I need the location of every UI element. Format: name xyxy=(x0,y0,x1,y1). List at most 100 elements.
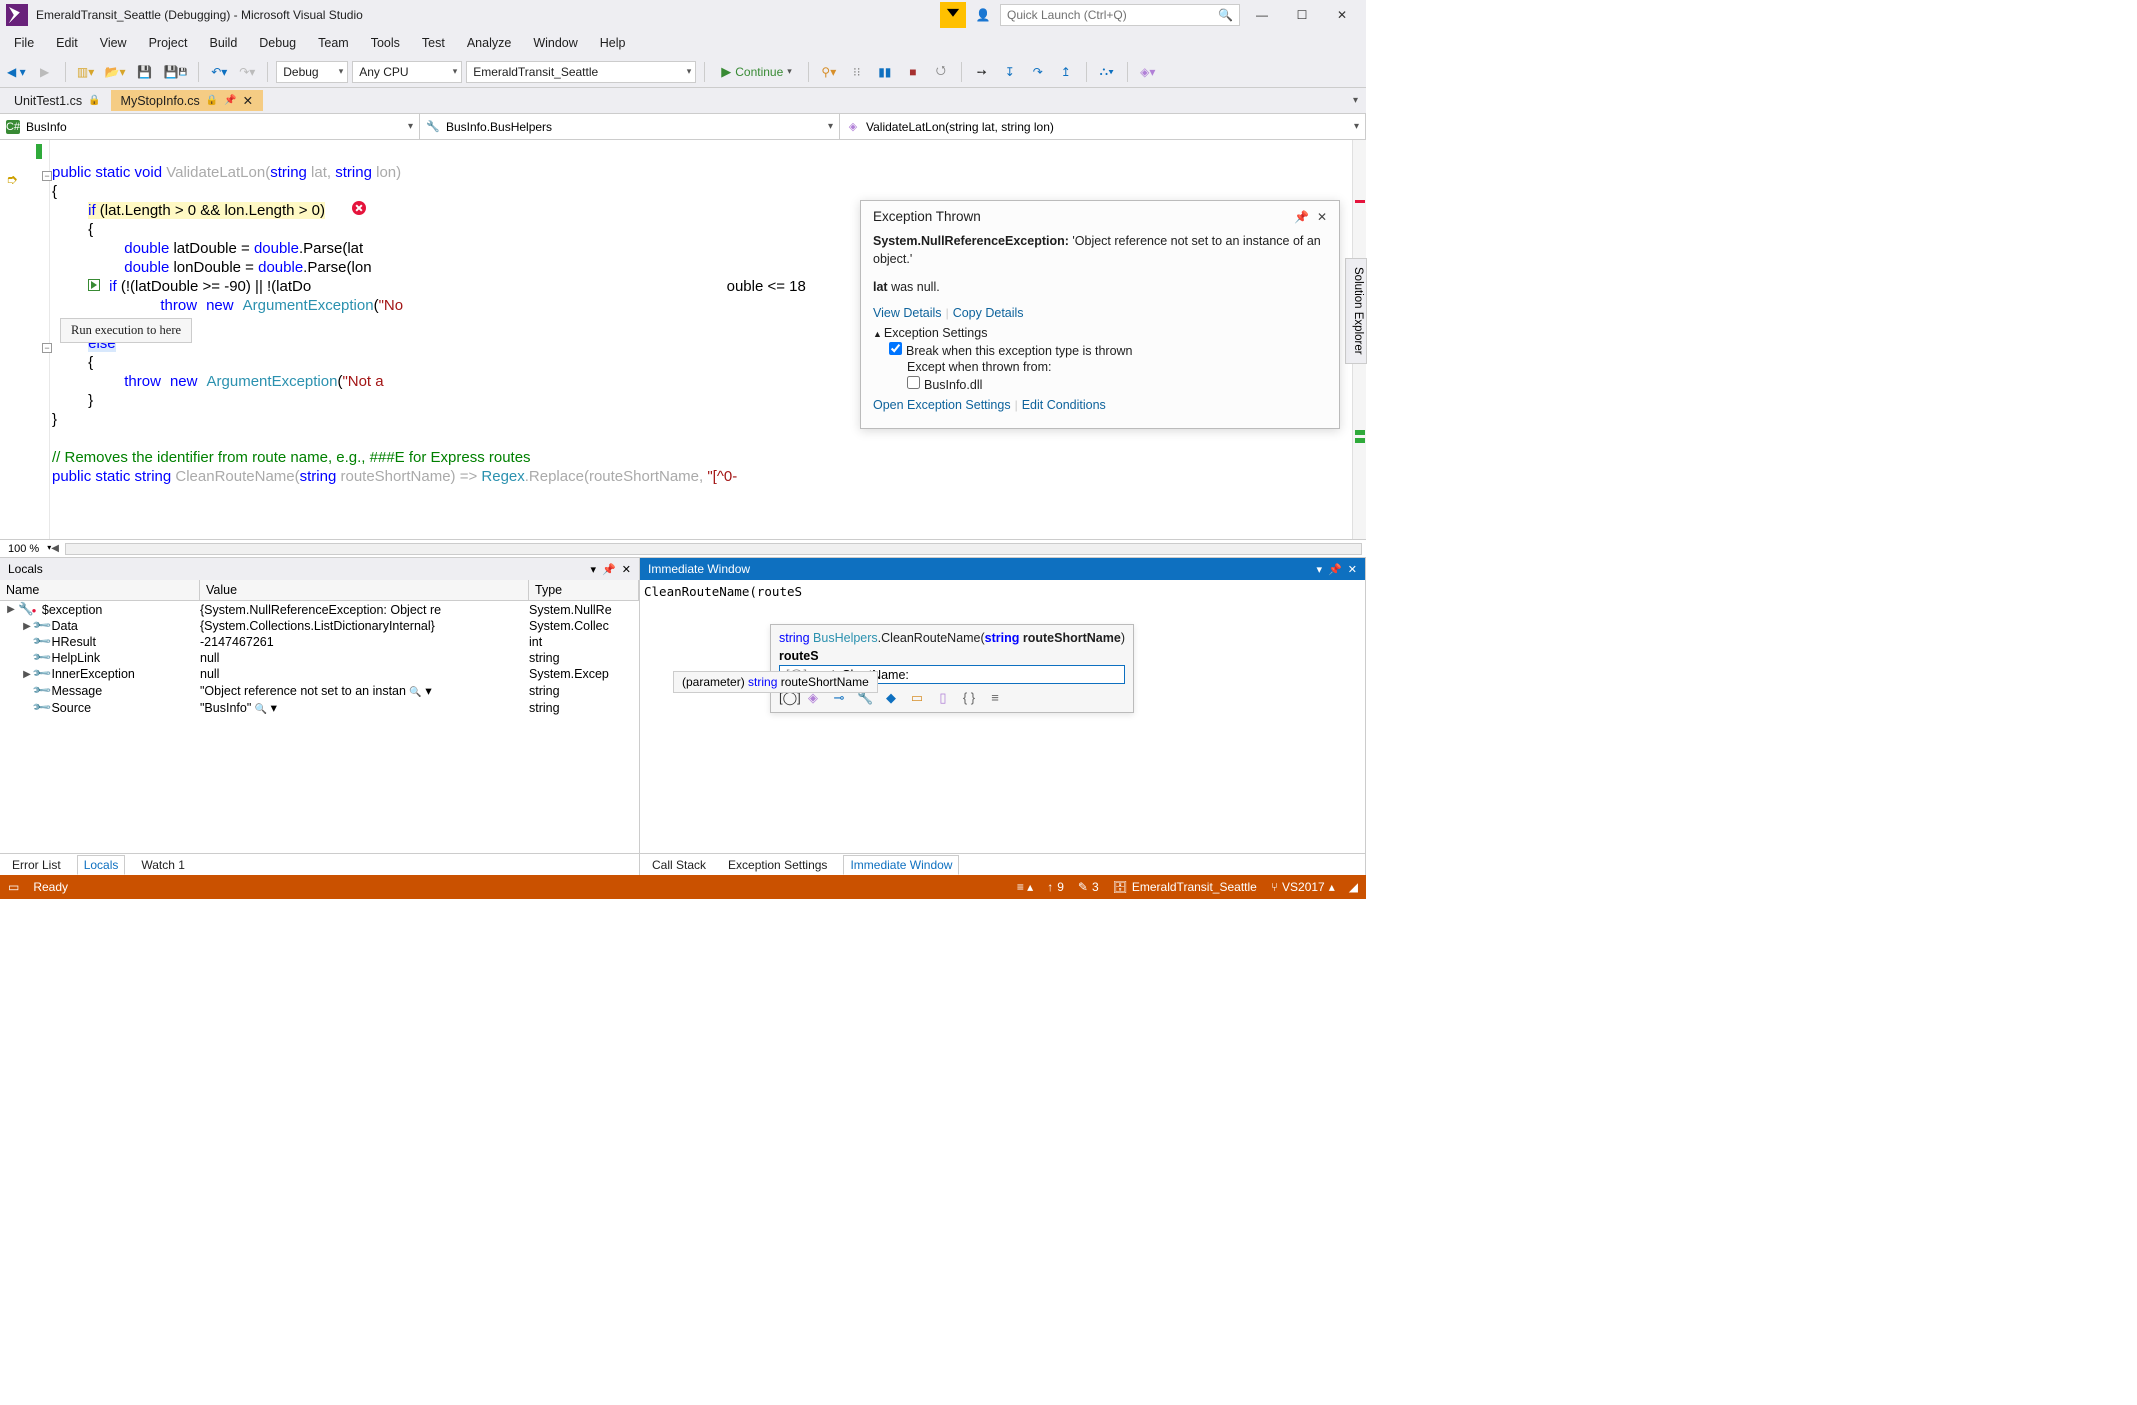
undo-button[interactable]: ↶▾ xyxy=(207,60,231,84)
redo-button[interactable]: ↷▾ xyxy=(235,60,259,84)
save-button[interactable]: 💾 xyxy=(133,60,157,84)
status-publish[interactable]: ≡ ▴ xyxy=(1017,880,1033,894)
new-project-button[interactable]: ▥▾ xyxy=(74,60,98,84)
copy-details-link[interactable]: Copy Details xyxy=(953,306,1024,320)
exc-settings-title[interactable]: Exception Settings xyxy=(884,326,988,340)
locals-row[interactable]: 🔧 Source"BusInfo" ▾string xyxy=(0,699,639,716)
error-icon[interactable] xyxy=(352,201,366,215)
maximize-button[interactable]: ☐ xyxy=(1284,2,1320,28)
menu-team[interactable]: Team xyxy=(308,32,359,54)
break-checkbox[interactable] xyxy=(889,342,902,355)
locals-row[interactable]: 🔧 HelpLinknull string xyxy=(0,650,639,666)
tab-immediate[interactable]: Immediate Window xyxy=(843,855,959,875)
dropdown-icon[interactable]: ▾ xyxy=(1317,563,1323,576)
col-value[interactable]: Value xyxy=(200,580,529,600)
pin-icon[interactable]: 📌 xyxy=(224,95,236,106)
col-type[interactable]: Type xyxy=(529,580,639,600)
step-out-button[interactable]: ↥ xyxy=(1054,60,1078,84)
close-icon[interactable]: ✕ xyxy=(1348,563,1357,576)
platform-combo[interactable]: Any CPU xyxy=(352,61,462,83)
editor-hscroll[interactable] xyxy=(65,543,1362,555)
edit-conditions-link[interactable]: Edit Conditions xyxy=(1022,398,1106,412)
minimize-button[interactable]: — xyxy=(1244,2,1280,28)
menu-project[interactable]: Project xyxy=(139,32,198,54)
pause-button[interactable]: ▮▮ xyxy=(873,60,897,84)
tab-unittest[interactable]: UnitTest1.cs🔒 xyxy=(4,91,111,111)
immediate-body[interactable]: CleanRouteName(routeS (parameter) string… xyxy=(640,580,1365,853)
step-into-button[interactable]: ↧ xyxy=(998,60,1022,84)
zoom-combo[interactable]: 100 % xyxy=(4,543,51,555)
tab-locals[interactable]: Locals xyxy=(77,855,126,875)
locals-row[interactable]: 🔧 HResult-2147467261 int xyxy=(0,634,639,650)
continue-button[interactable]: ▶Continue▾ xyxy=(713,64,800,80)
menu-help[interactable]: Help xyxy=(590,32,636,54)
menu-view[interactable]: View xyxy=(90,32,137,54)
status-resize-grip[interactable]: ◢ xyxy=(1349,880,1358,894)
menu-test[interactable]: Test xyxy=(412,32,455,54)
nav-class-combo[interactable]: 🔧BusInfo.BusHelpers xyxy=(420,114,840,139)
notifications-icon[interactable] xyxy=(940,2,966,28)
status-repo[interactable]: 🗄 EmeraldTransit_Seattle xyxy=(1113,880,1257,894)
app-insights[interactable]: ◈▾ xyxy=(1136,60,1160,84)
menu-build[interactable]: Build xyxy=(199,32,247,54)
step-over-button[interactable]: ↷ xyxy=(1026,60,1050,84)
startup-combo[interactable]: EmeraldTransit_Seattle xyxy=(466,61,696,83)
menu-debug[interactable]: Debug xyxy=(249,32,306,54)
show-next-button[interactable]: ➙ xyxy=(970,60,994,84)
tab-exception-settings[interactable]: Exception Settings xyxy=(722,856,833,874)
close-tab-icon[interactable]: ✕ xyxy=(243,93,253,108)
stop-button[interactable]: ■ xyxy=(901,60,925,84)
tab-watch1[interactable]: Watch 1 xyxy=(135,856,191,874)
immediate-title-bar[interactable]: Immediate Window ▾📌✕ xyxy=(640,558,1365,580)
open-exc-settings-link[interactable]: Open Exception Settings xyxy=(873,398,1011,412)
pin-icon[interactable]: 📌 xyxy=(602,563,616,576)
feedback-icon[interactable]: 👤 xyxy=(970,2,996,28)
tab-overflow-icon[interactable]: ▾ xyxy=(1353,95,1358,106)
menu-tools[interactable]: Tools xyxy=(361,32,410,54)
solution-explorer-tab[interactable]: Solution Explorer xyxy=(1345,258,1367,364)
status-edit[interactable]: ✎ 3 xyxy=(1078,880,1099,894)
pin-icon[interactable]: 📌 xyxy=(1328,563,1342,576)
status-branch[interactable]: ⑂ VS2017 ▴ xyxy=(1271,880,1335,894)
code-token: latDouble = xyxy=(169,240,254,257)
tab-error-list[interactable]: Error List xyxy=(6,856,67,874)
locals-row[interactable]: 🔧 Message"Object reference not set to an… xyxy=(0,682,639,699)
nav-project-combo[interactable]: C#BusInfo xyxy=(0,114,420,139)
nav-back-button[interactable]: ◀ ▾ xyxy=(4,60,29,84)
locals-title-bar[interactable]: Locals ▾📌✕ xyxy=(0,558,639,580)
restart-button[interactable]: ⭯ xyxy=(929,60,953,84)
magnifier-icon[interactable] xyxy=(409,684,421,698)
close-button[interactable]: ✕ xyxy=(1324,2,1360,28)
nav-member-combo[interactable]: ◈ValidateLatLon(string lat, string lon) xyxy=(840,114,1366,139)
locals-row[interactable]: ▶🔧 InnerExceptionnull System.Excep xyxy=(0,666,639,682)
locals-row[interactable]: ▶🔧● $exception{System.NullReferenceExcep… xyxy=(0,601,639,618)
pin-icon[interactable]: 📌 xyxy=(1294,210,1309,224)
code-token: { xyxy=(88,221,93,238)
close-icon[interactable]: ✕ xyxy=(1317,210,1327,224)
hex-toggle[interactable]: ⁝⁝ xyxy=(845,60,869,84)
menu-analyze[interactable]: Analyze xyxy=(457,32,521,54)
quick-launch-input[interactable]: Quick Launch (Ctrl+Q) 🔍 xyxy=(1000,4,1240,26)
tab-call-stack[interactable]: Call Stack xyxy=(646,856,712,874)
break-all-button[interactable]: ⚲▾ xyxy=(817,60,841,84)
menu-edit[interactable]: Edit xyxy=(46,32,88,54)
config-combo[interactable]: Debug xyxy=(276,61,348,83)
locals-grid[interactable]: Name Value Type ▶🔧● $exception{System.Nu… xyxy=(0,580,639,853)
magnifier-icon[interactable] xyxy=(255,701,267,715)
menu-file[interactable]: File xyxy=(4,32,44,54)
save-all-button[interactable]: 💾💾 xyxy=(161,60,191,84)
dropdown-icon[interactable]: ▾ xyxy=(591,563,597,576)
live-visual-tree[interactable]: ⛬▾ xyxy=(1095,60,1119,84)
nav-fwd-button[interactable]: ▶ xyxy=(33,60,57,84)
close-icon[interactable]: ✕ xyxy=(622,563,631,576)
module-checkbox[interactable] xyxy=(907,376,920,389)
run-to-click-icon[interactable] xyxy=(88,279,100,291)
open-file-button[interactable]: 📂▾ xyxy=(102,60,129,84)
immediate-input[interactable]: CleanRouteName(routeS xyxy=(644,584,1361,599)
col-name[interactable]: Name xyxy=(0,580,200,600)
locals-row[interactable]: ▶🔧 Data{System.Collections.ListDictionar… xyxy=(0,618,639,634)
menu-window[interactable]: Window xyxy=(523,32,587,54)
tab-mystopinfo[interactable]: MyStopInfo.cs🔒📌✕ xyxy=(111,90,264,111)
status-changes[interactable]: ↑ 9 xyxy=(1047,880,1064,894)
view-details-link[interactable]: View Details xyxy=(873,306,942,320)
